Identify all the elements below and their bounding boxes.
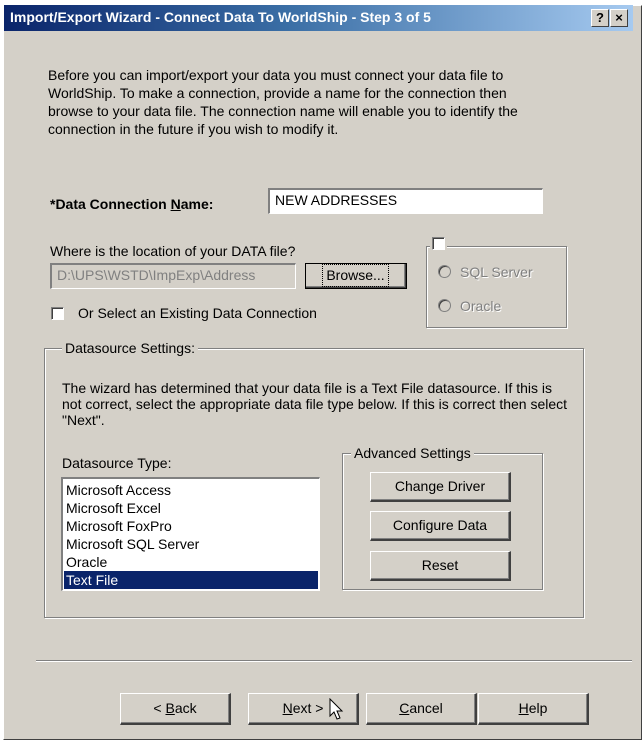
connection-name-label: *Data Connection Name: xyxy=(50,196,214,212)
datasource-type-listbox[interactable]: Microsoft Access Microsoft Excel Microso… xyxy=(61,477,320,591)
reset-button[interactable]: Reset xyxy=(370,551,511,581)
server-options-group xyxy=(426,246,567,328)
oracle-label: Oracle xyxy=(460,298,502,314)
close-icon[interactable]: × xyxy=(610,9,628,27)
data-file-path-input[interactable]: D:\UPS\WSTD\ImpExp\Address xyxy=(50,263,296,289)
server-options-checkbox[interactable] xyxy=(432,237,445,250)
list-item[interactable]: Microsoft FoxPro xyxy=(64,517,318,535)
cancel-button[interactable]: Cancel xyxy=(366,693,477,725)
sql-server-radio[interactable] xyxy=(438,265,451,278)
existing-connection-label: Or Select an Existing Data Connection xyxy=(78,305,317,321)
help-icon[interactable]: ? xyxy=(591,9,609,27)
change-driver-button[interactable]: Change Driver xyxy=(370,472,511,502)
advanced-settings-title: Advanced Settings xyxy=(351,445,474,461)
oracle-radio[interactable] xyxy=(438,299,451,312)
back-button[interactable]: < Back xyxy=(120,693,231,725)
connection-name-input[interactable]: NEW ADDRESSES xyxy=(268,188,543,214)
list-item[interactable]: Microsoft Excel xyxy=(64,499,318,517)
list-item[interactable]: Microsoft Access xyxy=(64,481,318,499)
list-item-selected[interactable]: Text File xyxy=(64,571,318,589)
configure-data-button[interactable]: Configure Data xyxy=(370,511,511,541)
sql-server-label: SQL Server xyxy=(460,264,533,280)
mouse-cursor-icon xyxy=(329,698,344,720)
intro-text: Before you can import/export your data y… xyxy=(48,67,518,137)
datasource-type-label: Datasource Type: xyxy=(62,455,172,471)
help-button[interactable]: Help xyxy=(478,693,589,725)
datasource-settings-title: Datasource Settings: xyxy=(62,340,198,356)
browse-button[interactable]: Browse... xyxy=(305,263,407,289)
location-question-label: Where is the location of your DATA file? xyxy=(50,243,296,259)
existing-connection-checkbox[interactable] xyxy=(51,307,64,320)
list-item[interactable]: Microsoft SQL Server xyxy=(64,535,318,553)
footer-separator xyxy=(36,660,632,662)
list-item[interactable]: Oracle xyxy=(64,553,318,571)
title-bar[interactable]: Import/Export Wizard - Connect Data To W… xyxy=(4,5,633,31)
datasource-description: The wizard has determined that your data… xyxy=(62,380,568,428)
window-title: Import/Export Wizard - Connect Data To W… xyxy=(10,9,431,25)
